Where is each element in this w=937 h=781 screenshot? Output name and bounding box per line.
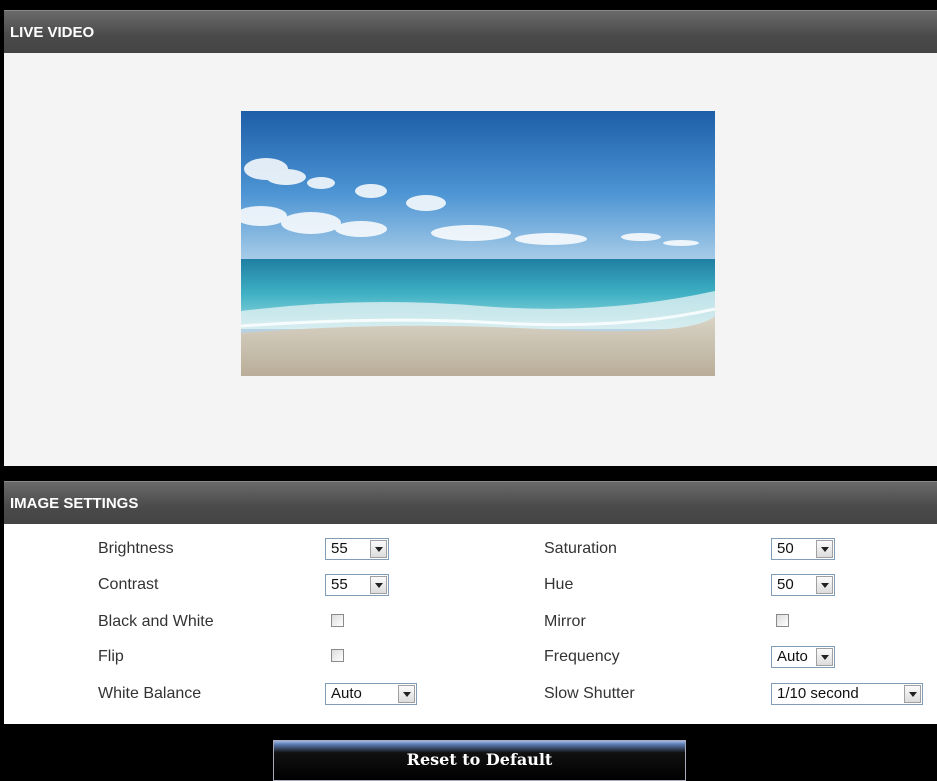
camera-settings-page: LIVE VIDEO IMAGE SETTINGS Brightness 55 …	[4, 0, 937, 781]
black-and-white-checkbox[interactable]	[331, 614, 344, 627]
white-balance-value: Auto	[331, 685, 362, 702]
reset-button-label: Reset to Default	[406, 750, 553, 769]
image-settings-panel: Brightness 55 Saturation 50 Contrast 55 …	[4, 524, 937, 724]
black-and-white-label: Black and White	[98, 613, 214, 630]
contrast-label: Contrast	[98, 576, 159, 593]
chevron-down-icon[interactable]	[816, 648, 833, 666]
chevron-down-icon[interactable]	[398, 685, 415, 703]
chevron-down-icon[interactable]	[370, 540, 387, 558]
live-video-header: LIVE VIDEO	[4, 10, 937, 53]
live-video-title: LIVE VIDEO	[10, 24, 95, 41]
hue-value: 50	[777, 576, 794, 593]
settings-row: Black and White Mirror	[4, 605, 937, 639]
frequency-select[interactable]: Auto	[771, 646, 835, 668]
hue-label: Hue	[544, 576, 574, 593]
brightness-label: Brightness	[98, 540, 174, 557]
settings-row: Flip Frequency Auto	[4, 640, 937, 674]
settings-row: Brightness 55 Saturation 50	[4, 532, 937, 566]
contrast-value: 55	[331, 576, 348, 593]
mirror-checkbox[interactable]	[776, 614, 789, 627]
slow-shutter-value: 1/10 second	[777, 685, 859, 702]
hue-select[interactable]: 50	[771, 574, 835, 596]
white-balance-label: White Balance	[98, 685, 202, 702]
chevron-down-icon[interactable]	[816, 576, 833, 594]
image-settings-title: IMAGE SETTINGS	[10, 495, 139, 512]
brightness-select[interactable]: 55	[325, 538, 389, 560]
mirror-label: Mirror	[544, 613, 586, 630]
reset-to-default-button[interactable]: Reset to Default	[273, 740, 686, 781]
flip-checkbox[interactable]	[331, 649, 344, 662]
frequency-value: Auto	[777, 648, 808, 665]
chevron-down-icon[interactable]	[370, 576, 387, 594]
slow-shutter-label: Slow Shutter	[544, 685, 635, 702]
white-balance-select[interactable]: Auto	[325, 683, 417, 705]
live-video-feed	[241, 111, 715, 376]
saturation-select[interactable]: 50	[771, 538, 835, 560]
frequency-label: Frequency	[544, 648, 620, 665]
image-settings-header: IMAGE SETTINGS	[4, 481, 937, 524]
saturation-value: 50	[777, 540, 794, 557]
live-video-panel	[4, 53, 937, 466]
flip-label: Flip	[98, 648, 124, 665]
brightness-value: 55	[331, 540, 348, 557]
saturation-label: Saturation	[544, 540, 617, 557]
settings-row: Contrast 55 Hue 50	[4, 568, 937, 602]
slow-shutter-select[interactable]: 1/10 second	[771, 683, 923, 705]
chevron-down-icon[interactable]	[816, 540, 833, 558]
settings-row: White Balance Auto Slow Shutter 1/10 sec…	[4, 677, 937, 711]
chevron-down-icon[interactable]	[904, 685, 921, 703]
contrast-select[interactable]: 55	[325, 574, 389, 596]
